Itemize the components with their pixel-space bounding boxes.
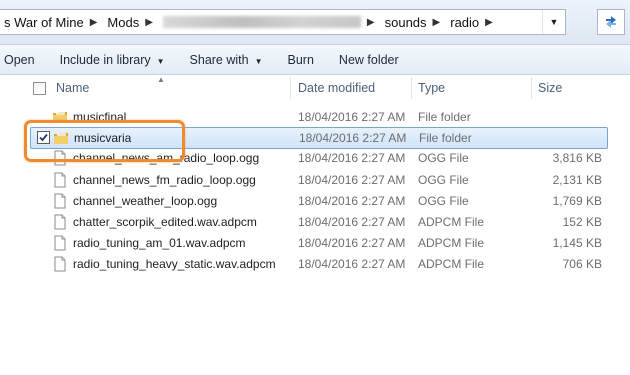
- file-date: 18/04/2016 2:27 AM: [298, 215, 406, 229]
- file-type: ADPCM File: [418, 215, 485, 229]
- column-header: ▲ Name Date modified Type Size: [0, 75, 630, 100]
- file-row[interactable]: chatter_scorpik_edited.wav.adpcm 18/04/2…: [30, 212, 630, 232]
- file-size: 1,769 KB: [552, 194, 602, 208]
- breadcrumb-war-of-mine[interactable]: s War of Mine: [0, 10, 88, 34]
- chevron-right-icon[interactable]: ▶: [143, 17, 159, 28]
- breadcrumb-radio[interactable]: radio: [446, 10, 483, 34]
- file-row[interactable]: channel_news_fm_radio_loop.ogg 18/04/201…: [30, 170, 630, 190]
- file-name: channel_news_fm_radio_loop.ogg: [73, 173, 256, 187]
- file-name: radio_tuning_heavy_static.wav.adpcm: [73, 257, 276, 271]
- file-icon: [54, 214, 66, 230]
- button-label: Share with: [189, 52, 249, 67]
- button-label: Include in library: [59, 52, 151, 67]
- file-type: File folder: [419, 131, 472, 145]
- file-type: OGG File: [418, 151, 469, 165]
- column-date-modified[interactable]: Date modified: [298, 81, 375, 95]
- file-size: 706 KB: [562, 257, 602, 271]
- share-with-button[interactable]: Share with ▼: [186, 53, 267, 67]
- burn-button[interactable]: Burn: [284, 53, 318, 67]
- file-date: 18/04/2016 2:27 AM: [299, 131, 407, 145]
- refresh-icon: [606, 16, 616, 28]
- address-bar[interactable]: s War of Mine ▶ Mods ▶ ▶ sounds ▶ radio …: [0, 9, 566, 35]
- column-type[interactable]: Type: [418, 81, 445, 95]
- sort-ascending-icon: ▲: [157, 75, 165, 84]
- file-type: File folder: [418, 110, 471, 124]
- file-size: 1,145 KB: [552, 236, 602, 250]
- chevron-right-icon[interactable]: ▶: [483, 17, 499, 28]
- chevron-right-icon[interactable]: ▶: [431, 17, 447, 28]
- breadcrumb-label: Mods: [107, 14, 140, 30]
- file-date: 18/04/2016 2:27 AM: [298, 194, 406, 208]
- include-in-library-button[interactable]: Include in library ▼: [56, 53, 169, 67]
- column-divider[interactable]: [411, 77, 412, 99]
- annotation-highlight-box: [24, 120, 185, 162]
- breadcrumb-label: s War of Mine: [4, 14, 84, 30]
- file-name: channel_weather_loop.ogg: [73, 194, 218, 208]
- column-name[interactable]: Name: [56, 81, 89, 95]
- blurred-path-segment: [162, 16, 361, 28]
- column-divider[interactable]: [290, 77, 291, 99]
- chevron-right-icon[interactable]: ▶: [365, 17, 381, 28]
- file-name: chatter_scorpik_edited.wav.adpcm: [73, 215, 257, 229]
- refresh-button[interactable]: [597, 9, 625, 35]
- address-bar-area: s War of Mine ▶ Mods ▶ ▶ sounds ▶ radio …: [0, 0, 630, 45]
- breadcrumb-label: sounds: [384, 14, 427, 30]
- breadcrumb-mods[interactable]: Mods: [103, 10, 143, 34]
- file-row[interactable]: radio_tuning_am_01.wav.adpcm 18/04/2016 …: [30, 233, 630, 253]
- file-date: 18/04/2016 2:27 AM: [298, 236, 406, 250]
- file-icon: [54, 235, 66, 251]
- dropdown-caret-icon: ▼: [156, 56, 165, 66]
- dropdown-caret-icon: ▼: [254, 56, 263, 66]
- file-date: 18/04/2016 2:27 AM: [298, 173, 406, 187]
- chevron-down-icon[interactable]: ▼: [542, 10, 565, 34]
- select-all-checkbox[interactable]: [33, 82, 46, 95]
- file-icon: [54, 172, 66, 188]
- file-date: 18/04/2016 2:27 AM: [298, 257, 406, 271]
- chevron-right-icon[interactable]: ▶: [88, 17, 104, 28]
- breadcrumb-sounds[interactable]: sounds: [381, 10, 431, 34]
- file-size: 3,816 KB: [552, 151, 602, 165]
- file-type: OGG File: [418, 173, 469, 187]
- file-date: 18/04/2016 2:27 AM: [298, 151, 406, 165]
- file-icon: [54, 193, 66, 209]
- file-type: ADPCM File: [418, 257, 485, 271]
- file-row[interactable]: channel_weather_loop.ogg 18/04/2016 2:27…: [30, 191, 630, 211]
- column-size[interactable]: Size: [538, 81, 562, 95]
- file-type: OGG File: [418, 194, 469, 208]
- file-size: 152 KB: [562, 215, 602, 229]
- file-row[interactable]: radio_tuning_heavy_static.wav.adpcm 18/0…: [30, 254, 630, 274]
- file-date: 18/04/2016 2:27 AM: [298, 110, 406, 124]
- column-divider[interactable]: [531, 77, 532, 99]
- file-size: 2,131 KB: [552, 173, 602, 187]
- file-icon: [54, 256, 66, 272]
- file-type: ADPCM File: [418, 236, 485, 250]
- command-toolbar: Open Include in library ▼ Share with ▼ Bur…: [0, 45, 630, 75]
- open-button[interactable]: Open: [0, 53, 39, 67]
- breadcrumb-label: radio: [450, 14, 480, 30]
- new-folder-button[interactable]: New folder: [335, 53, 403, 67]
- file-name: radio_tuning_am_01.wav.adpcm: [73, 236, 246, 250]
